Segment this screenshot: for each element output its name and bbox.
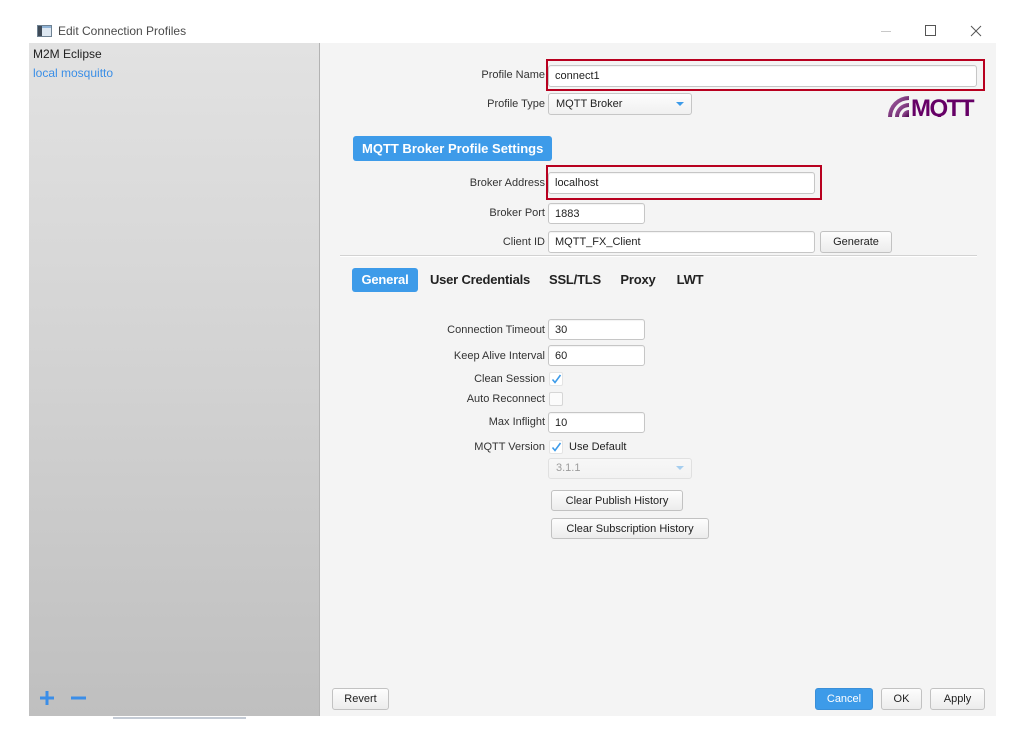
checkmark-icon [551, 374, 562, 384]
ok-button[interactable]: OK [881, 688, 922, 710]
broker-address-input[interactable] [548, 172, 815, 194]
mqtt-version-value: 3.1.1 [556, 462, 581, 474]
window-title: Edit Connection Profiles [58, 24, 187, 38]
profile-item-m2m-eclipse[interactable]: M2M Eclipse [29, 45, 319, 64]
broker-address-label: Broker Address [469, 177, 545, 189]
profile-type-value: MQTT Broker [556, 98, 623, 110]
max-inflight-label: Max Inflight [488, 416, 545, 428]
client-id-input[interactable] [548, 231, 815, 253]
mqtt-logo-text: MQTT [911, 95, 975, 117]
client-id-label: Client ID [502, 236, 545, 248]
tab-general[interactable]: General [352, 268, 418, 292]
maximize-icon[interactable] [925, 25, 937, 37]
tab-lwt[interactable]: LWT [670, 268, 710, 292]
mqtt-logo: MQTT [885, 95, 979, 117]
connection-timeout-input[interactable] [548, 319, 645, 340]
profile-name-input[interactable] [548, 65, 977, 87]
mqtt-version-select: 3.1.1 [548, 458, 692, 479]
max-inflight-input[interactable] [548, 412, 645, 433]
mqtt-version-label: MQTT Version [474, 441, 545, 453]
clear-publish-history-button[interactable]: Clear Publish History [551, 490, 683, 511]
edit-connection-profiles-dialog: Edit Connection Profiles M2M Eclipse loc… [29, 19, 996, 716]
background-window-edge [113, 717, 246, 719]
keep-alive-label: Keep Alive Interval [453, 350, 545, 362]
keep-alive-input[interactable] [548, 345, 645, 366]
minimize-icon[interactable] [880, 25, 892, 37]
profile-list-sidebar: M2M Eclipse local mosquitto [29, 43, 320, 716]
clean-session-label: Clean Session [474, 373, 545, 385]
profile-type-select[interactable]: MQTT Broker [548, 93, 692, 115]
title-bar: Edit Connection Profiles [29, 19, 996, 43]
broker-port-input[interactable] [548, 203, 645, 224]
app-window-icon [37, 25, 52, 37]
checkmark-icon [551, 442, 562, 452]
broker-port-label: Broker Port [489, 207, 545, 219]
generate-button[interactable]: Generate [820, 231, 892, 253]
auto-reconnect-checkbox[interactable] [549, 392, 563, 406]
close-icon[interactable] [970, 25, 982, 37]
profile-name-label: Profile Name [481, 69, 545, 81]
minus-icon[interactable] [71, 692, 86, 704]
profile-type-label: Profile Type [487, 98, 545, 110]
chevron-down-icon [676, 102, 684, 106]
tab-ssl-tls[interactable]: SSL/TLS [543, 268, 607, 292]
plus-icon[interactable] [40, 691, 54, 705]
clean-session-checkbox[interactable] [549, 372, 563, 386]
use-default-label: Use Default [569, 441, 627, 453]
tab-user-credentials[interactable]: User Credentials [424, 268, 536, 292]
cancel-button[interactable]: Cancel [815, 688, 873, 710]
auto-reconnect-label: Auto Reconnect [466, 393, 545, 405]
tab-proxy[interactable]: Proxy [616, 268, 660, 292]
revert-button[interactable]: Revert [332, 688, 389, 710]
profile-settings-panel: Profile Name Profile Type MQTT Broker MQ… [320, 43, 996, 716]
section-divider [340, 255, 977, 257]
connection-timeout-label: Connection Timeout [447, 324, 545, 336]
chevron-down-icon [676, 466, 684, 470]
apply-button[interactable]: Apply [930, 688, 985, 710]
use-default-checkbox[interactable] [549, 440, 563, 454]
broker-settings-header: MQTT Broker Profile Settings [353, 136, 553, 161]
clear-subscription-history-button[interactable]: Clear Subscription History [551, 518, 709, 539]
profile-item-local-mosquitto[interactable]: local mosquitto [29, 64, 319, 83]
